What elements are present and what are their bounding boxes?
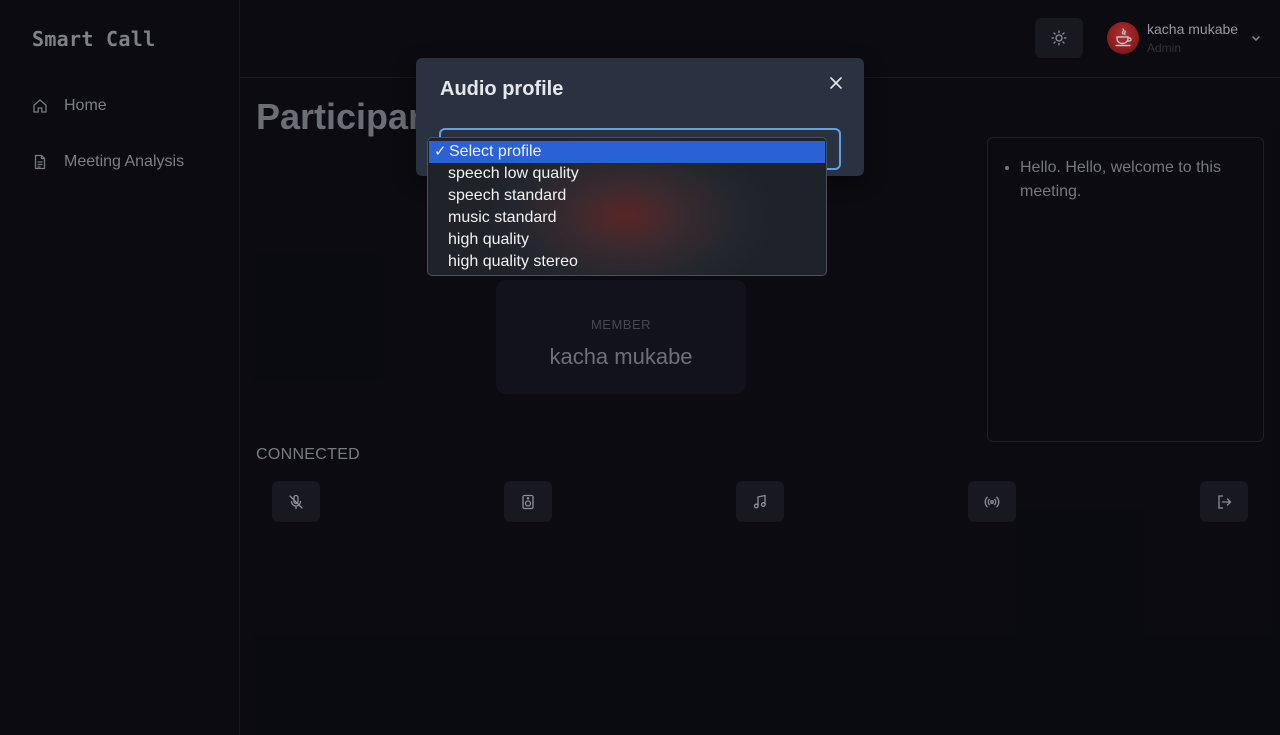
option-music-standard[interactable]: music standard bbox=[428, 207, 826, 229]
option-label: high quality bbox=[448, 231, 529, 248]
audio-profile-options: ✓ Select profile speech low quality spee… bbox=[427, 137, 827, 276]
option-select-profile[interactable]: ✓ Select profile bbox=[429, 141, 825, 163]
checkmark-icon: ✓ bbox=[434, 143, 447, 160]
close-icon[interactable] bbox=[826, 73, 846, 93]
option-speech-low-quality[interactable]: speech low quality bbox=[428, 163, 826, 185]
dialog-title: Audio profile bbox=[440, 78, 564, 100]
option-label: music standard bbox=[448, 209, 557, 226]
option-speech-standard[interactable]: speech standard bbox=[428, 185, 826, 207]
option-label: speech low quality bbox=[448, 165, 579, 182]
option-high-quality[interactable]: high quality bbox=[428, 229, 826, 251]
option-label: high quality stereo bbox=[448, 253, 578, 270]
option-high-quality-stereo[interactable]: high quality stereo bbox=[428, 251, 826, 273]
option-label: speech standard bbox=[448, 187, 567, 204]
option-label: Select profile bbox=[449, 143, 542, 160]
